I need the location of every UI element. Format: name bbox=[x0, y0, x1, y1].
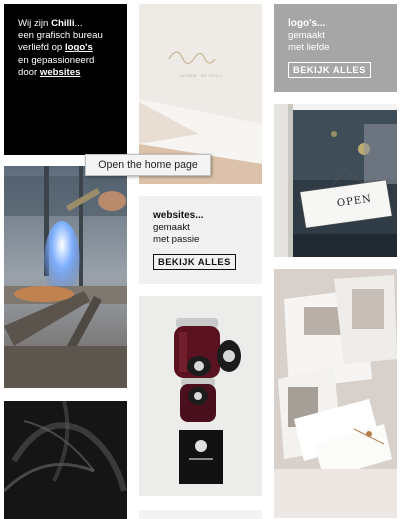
welding-torch-photo[interactable] bbox=[4, 166, 127, 388]
intro-tile: Wij zijn Chilli... een grafisch bureau v… bbox=[4, 4, 127, 155]
brand-name: Chilli bbox=[51, 18, 75, 29]
websites-line-2: met passie bbox=[153, 234, 200, 245]
logos-view-all-button[interactable]: BEKIJK ALLES bbox=[288, 62, 371, 78]
black-fur-photo[interactable] bbox=[4, 401, 127, 519]
open-sign-photo[interactable]: OPEN bbox=[274, 104, 397, 257]
websites-tile[interactable]: websites... gemaakt met passie BEKIJK AL… bbox=[139, 196, 262, 284]
card-sub-text: LUCHEM · BY CHILLI bbox=[179, 74, 223, 78]
jam-jars-photo[interactable] bbox=[139, 296, 262, 496]
websites-view-all-button[interactable]: BEKIJK ALLES bbox=[153, 254, 236, 270]
brochures-flatlay-photo[interactable] bbox=[274, 269, 397, 518]
logos-line-2: met liefde bbox=[288, 42, 330, 53]
logos-title: logo's... bbox=[288, 18, 326, 29]
logos-line-1: gemaakt bbox=[288, 30, 325, 41]
intro-line-3: verliefd op logo's bbox=[18, 42, 93, 54]
logos-link[interactable]: logo's bbox=[65, 42, 93, 53]
next-tile-partial[interactable] bbox=[139, 510, 262, 519]
home-tooltip: Open the home page bbox=[85, 154, 211, 176]
intro-line-4: en gepassioneerd bbox=[18, 54, 95, 66]
intro-line-1: Wij zijn Chilli... bbox=[18, 18, 83, 29]
logos-tile[interactable]: logo's... gemaakt met liefde BEKIJK ALLE… bbox=[274, 4, 397, 92]
websites-link[interactable]: websites bbox=[40, 67, 81, 78]
intro-line-5: door websites bbox=[18, 66, 81, 78]
websites-title: websites... bbox=[153, 210, 204, 221]
intro-line-2: een grafisch bureau bbox=[18, 30, 103, 42]
websites-line-1: gemaakt bbox=[153, 222, 190, 233]
